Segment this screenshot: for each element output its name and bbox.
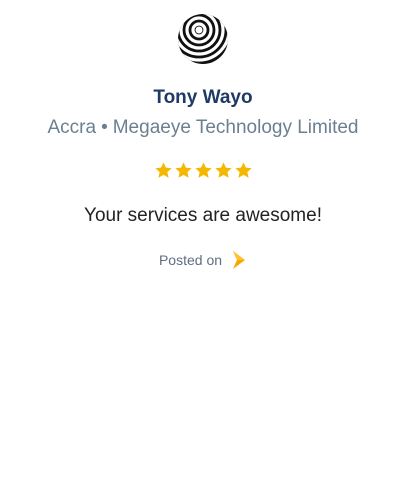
star-rating — [154, 159, 253, 181]
meta-separator: • — [101, 117, 108, 138]
star-icon — [194, 161, 212, 178]
reviewer-location: Accra — [47, 117, 97, 138]
logo — [176, 12, 230, 66]
reviewer-company: Megaeye Technology Limited — [112, 117, 359, 138]
star-icon — [154, 161, 172, 178]
source-chevron-icon[interactable] — [231, 250, 247, 270]
reviewer-name: Tony Wayo — [153, 87, 253, 108]
striped-sphere-logo-icon — [178, 14, 228, 64]
star-icon — [174, 161, 192, 178]
star-icon — [234, 161, 252, 178]
review-text: Your services are awesome! — [84, 205, 322, 226]
reviewer-meta: Accra • Megaeye Technology Limited — [48, 116, 359, 140]
review-card: Tony Wayo Accra • Megaeye Technology Lim… — [0, 0, 406, 484]
star-icon — [214, 161, 232, 178]
posted-on-label: Posted on — [158, 252, 223, 268]
posted-on: Posted on — [159, 248, 247, 272]
